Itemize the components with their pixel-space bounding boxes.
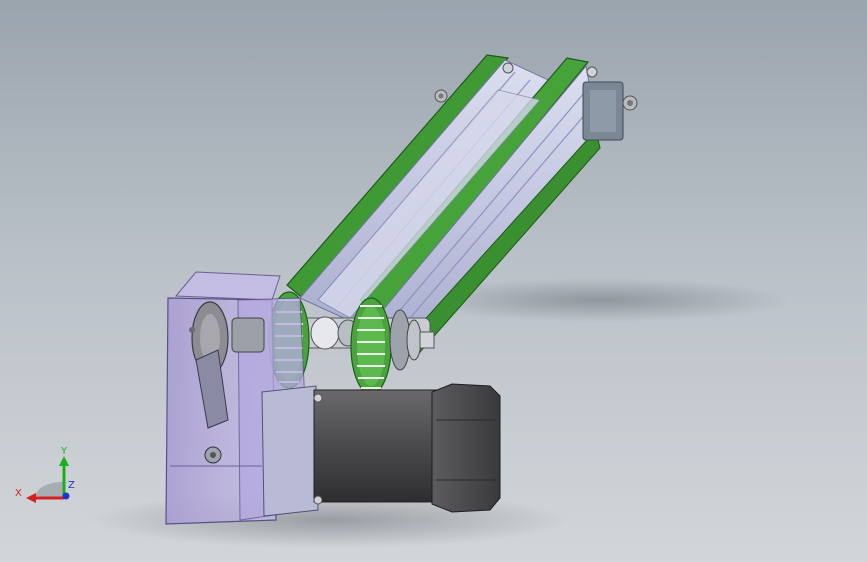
triad-base-shade: [35, 481, 64, 498]
drive-motor[interactable]: [261, 383, 501, 517]
timing-pulley-right: [350, 297, 392, 395]
shaft-coupling: [231, 317, 265, 353]
y-axis-label: Y: [60, 446, 68, 457]
housing-top: [174, 271, 281, 301]
conveyor-assembly-model[interactable]: Y X Z: [0, 0, 867, 562]
idler-bolt-1: [502, 62, 514, 74]
motor-flange: [261, 385, 319, 517]
motor-end-cap: [431, 383, 501, 513]
x-axis-label: X: [15, 488, 22, 499]
z-axis-dot: [62, 492, 70, 500]
coordinate-triad: Y X Z: [15, 446, 75, 503]
z-axis-label: Z: [68, 480, 75, 491]
x-axis-head: [26, 493, 36, 503]
idler-bolt-2: [586, 66, 598, 78]
motor-body: [313, 389, 439, 503]
cad-graphics-viewport[interactable]: Y X Z: [0, 0, 867, 562]
y-axis-head: [59, 456, 69, 466]
